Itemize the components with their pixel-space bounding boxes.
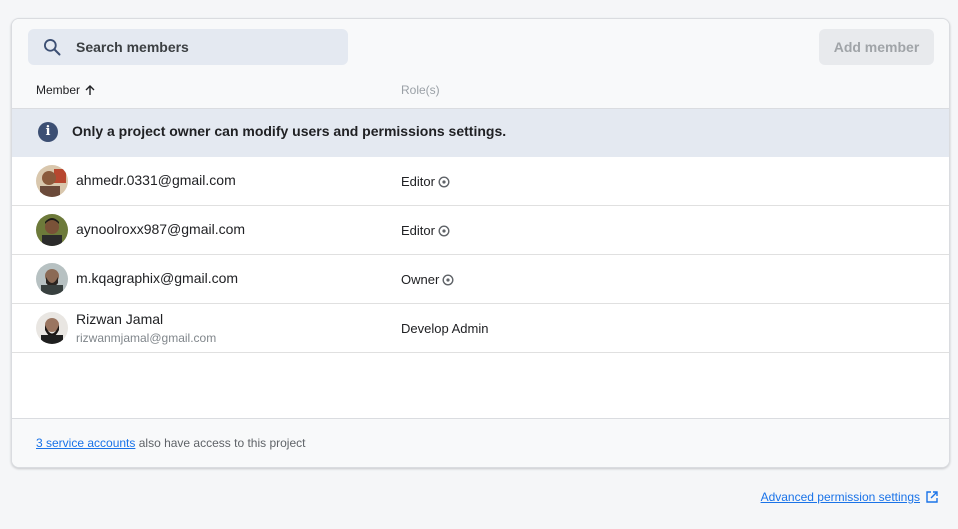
notice-text: Only a project owner can modify users an…: [72, 123, 507, 139]
member-column-header[interactable]: Member: [36, 83, 96, 97]
avatar: [36, 214, 68, 246]
member-email: rizwanmjamal@gmail.com: [76, 331, 217, 345]
role-label: Editor: [401, 223, 435, 238]
help-circle-icon[interactable]: [438, 176, 450, 188]
table-row[interactable]: Rizwan Jamal rizwanmjamal@gmail.com Deve…: [12, 304, 949, 353]
role-label: Owner: [401, 272, 440, 287]
members-toolbar: Search members Add member Member Role(s): [12, 19, 949, 108]
table-row[interactable]: ahmedr.0331@gmail.com Editor: [12, 157, 949, 206]
member-header-label: Member: [36, 83, 81, 97]
member-email: aynoolroxx987@gmail.com: [76, 221, 246, 237]
help-circle-icon[interactable]: [438, 225, 450, 237]
member-role: Editor: [401, 174, 450, 189]
table-row[interactable]: m.kqagraphix@gmail.com Owner: [12, 255, 949, 304]
search-input[interactable]: Search members: [28, 29, 348, 65]
search-placeholder: Search members: [76, 39, 189, 55]
advanced-link-label: Advanced permission settings: [760, 490, 920, 504]
search-icon: [44, 39, 61, 56]
avatar: [36, 165, 68, 197]
members-card: Search members Add member Member Role(s)…: [11, 18, 950, 468]
service-accounts-note: 3 service accounts also have access to t…: [36, 436, 305, 450]
role-label: Editor: [401, 174, 435, 189]
table-row[interactable]: aynoolroxx987@gmail.com Editor: [12, 206, 949, 255]
open-in-new-icon: [926, 491, 938, 503]
info-icon: i: [38, 122, 58, 142]
advanced-permission-settings-link[interactable]: Advanced permission settings: [761, 490, 939, 504]
owner-notice-banner: i Only a project owner can modify users …: [12, 108, 949, 157]
service-accounts-text: also have access to this project: [135, 436, 306, 450]
member-name: Rizwan Jamal: [76, 311, 164, 327]
member-role: Develop Admin: [401, 321, 489, 336]
help-circle-icon[interactable]: [442, 274, 454, 286]
arrow-up-icon: [85, 85, 95, 95]
avatar: [36, 312, 68, 344]
member-email: m.kqagraphix@gmail.com: [76, 270, 239, 286]
card-footer: 3 service accounts also have access to t…: [12, 418, 949, 467]
service-accounts-link[interactable]: 3 service accounts: [36, 436, 135, 450]
avatar: [36, 263, 68, 295]
add-member-button[interactable]: Add member: [819, 29, 934, 65]
member-role: Owner: [401, 272, 454, 287]
role-column-header: Role(s): [401, 83, 440, 97]
member-email: ahmedr.0331@gmail.com: [76, 172, 236, 188]
member-role: Editor: [401, 223, 450, 238]
